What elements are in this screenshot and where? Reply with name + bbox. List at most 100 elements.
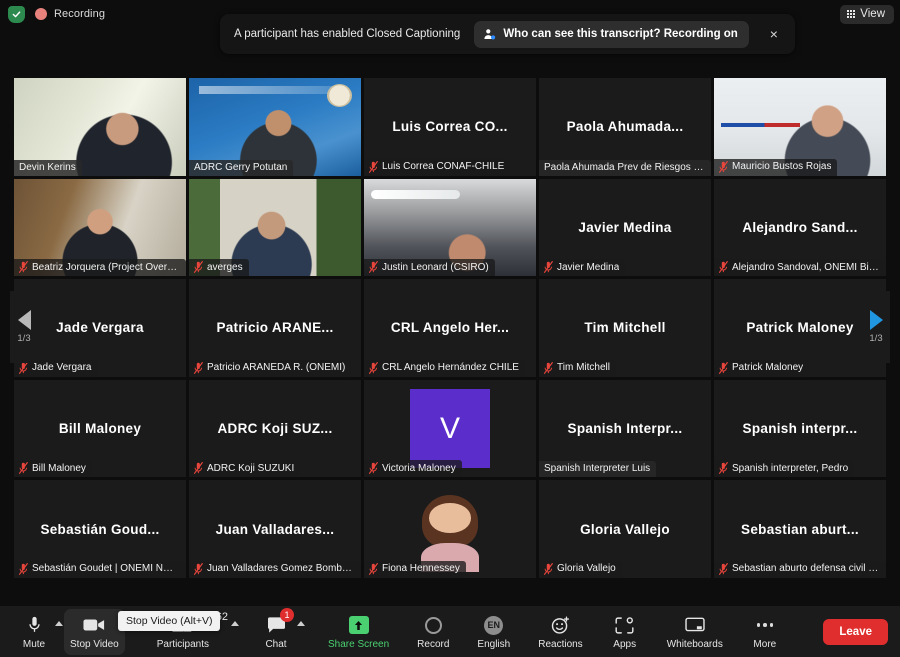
participant-tile[interactable]: Juan Valladares... Juan Valladares Gomez … — [189, 480, 361, 578]
participants-options-caret-icon[interactable] — [231, 621, 239, 626]
participant-tile[interactable]: Tim Mitchell Tim Mitchell — [539, 279, 711, 377]
participant-tile[interactable]: Paola Ahumada... Paola Ahumada Prev de Ri… — [539, 78, 711, 176]
participant-display-name: Luis Correa CO... — [392, 119, 508, 135]
participant-name-label: Alejandro Sandoval, ONEMI Biobío — [714, 259, 886, 277]
muted-microphone-icon — [719, 361, 728, 374]
participant-name-label: Victoria Maloney — [364, 460, 462, 478]
participant-name-text: Gloria Vallejo — [557, 563, 616, 575]
participant-tile[interactable]: Alejandro Sand... Alejandro Sandoval, ONE… — [714, 178, 886, 277]
participant-name-text: Victoria Maloney — [382, 462, 456, 474]
video-camera-icon — [83, 615, 105, 635]
stop-video-button[interactable]: Stop Video — [64, 608, 125, 655]
leave-button[interactable]: Leave — [823, 618, 888, 645]
transcript-visibility-button[interactable]: Who can see this transcript? Recording o… — [474, 20, 749, 48]
grid-icon — [846, 9, 856, 19]
next-page-button[interactable]: 1/3 — [862, 291, 890, 363]
participant-tile[interactable]: ADRC Koji SUZ... ADRC Koji SUZUKI — [189, 379, 361, 478]
participant-name-label: Beatriz Jorquera (Project Overseer) — [14, 259, 186, 277]
reactions-label: Reactions — [538, 639, 583, 650]
participant-display-name: Paola Ahumada... — [566, 119, 684, 135]
participant-name-label: CRL Angelo Hernández CHILE — [364, 359, 525, 377]
participant-display-name: Spanish interpr... — [742, 421, 858, 437]
share-screen-button[interactable]: Share Screen — [322, 609, 395, 655]
participant-name-label: ADRC Koji SUZUKI — [189, 460, 301, 478]
mute-button[interactable]: Mute — [14, 609, 54, 655]
participant-tile[interactable]: Patrick Maloney Patrick Maloney — [714, 279, 886, 377]
muted-microphone-icon — [544, 361, 553, 374]
microphone-icon — [28, 615, 41, 635]
participant-name-label: Javier Medina — [539, 259, 626, 277]
participant-tile[interactable]: V Victoria Maloney — [364, 379, 536, 478]
muted-microphone-icon — [544, 261, 553, 274]
participant-tile[interactable]: Patricio ARANE... Patricio ARANEDA R. (ON… — [189, 279, 361, 377]
ellipsis-icon — [756, 615, 774, 635]
participant-display-name: Jade Vergara — [56, 320, 144, 336]
stop-video-label: Stop Video — [70, 639, 119, 650]
page-indicator-left: 1/3 — [17, 333, 31, 344]
muted-microphone-icon — [719, 562, 728, 575]
participant-tile[interactable]: Fiona Hennessey — [364, 480, 536, 578]
participant-tile[interactable]: Jade Vergara Jade Vergara — [14, 279, 186, 377]
muted-microphone-icon — [19, 562, 28, 575]
more-button[interactable]: More — [745, 609, 785, 655]
participant-name-label: Spanish interpreter, Pedro — [714, 460, 855, 478]
previous-page-button[interactable]: 1/3 — [10, 291, 38, 363]
participant-tile[interactable]: Beatriz Jorquera (Project Overseer) — [14, 178, 186, 277]
participant-tile[interactable]: Sebastian aburt... Sebastian aburto defen… — [714, 480, 886, 578]
participant-tile[interactable]: averges — [189, 178, 361, 277]
participant-display-name: Sebastian aburt... — [741, 521, 859, 537]
chat-button[interactable]: 1 Chat — [256, 607, 296, 655]
participant-tile[interactable]: Spanish interpr... Spanish interpreter, P… — [714, 379, 886, 478]
language-button[interactable]: EN English — [471, 609, 516, 655]
participant-tile[interactable]: Devin Kerins — [14, 78, 186, 176]
participant-name-text: Sebastián Goudet | ONEMI ÑUBLE — [32, 563, 180, 575]
apps-label: Apps — [613, 639, 637, 650]
participant-name-text: Bill Maloney — [32, 462, 86, 474]
recording-indicator-icon[interactable] — [35, 8, 47, 20]
participant-display-name: Tim Mitchell — [584, 320, 666, 336]
more-label: More — [753, 639, 777, 650]
participant-display-name: Patrick Maloney — [746, 320, 854, 336]
avatar: V — [410, 389, 490, 469]
reactions-button[interactable]: Reactions — [532, 609, 588, 655]
closed-captioning-notification: A participant has enabled Closed Caption… — [220, 14, 795, 54]
participant-name-label: Gloria Vallejo — [539, 560, 622, 578]
muted-microphone-icon — [194, 462, 203, 475]
participant-tile[interactable]: Sebastián Goud... Sebastián Goudet | ONEM… — [14, 480, 186, 578]
muted-microphone-icon — [19, 361, 28, 374]
participant-name-label: Bill Maloney — [14, 460, 92, 478]
participant-tile[interactable]: Luis Correa CO... Luis Correa CONAF-CHILE — [364, 78, 536, 176]
whiteboards-button[interactable]: Whiteboards — [661, 609, 729, 655]
participant-name-label: Patricio ARANEDA R. (ONEMI) — [189, 359, 352, 377]
chat-options-caret-icon[interactable] — [297, 621, 305, 626]
chevron-right-icon — [869, 310, 883, 330]
language-code: EN — [484, 615, 504, 635]
mute-label: Mute — [22, 639, 46, 650]
participant-name-text: Beatriz Jorquera (Project Overseer) — [32, 261, 180, 273]
shield-check-icon[interactable] — [8, 5, 25, 23]
participant-name-text: Javier Medina — [557, 261, 620, 273]
participant-tile[interactable]: Gloria Vallejo Gloria Vallejo — [539, 480, 711, 578]
audio-options-caret-icon[interactable] — [55, 621, 63, 626]
participant-tile[interactable]: Spanish Interpr... Spanish Interpreter Lu… — [539, 379, 711, 478]
close-icon[interactable]: × — [761, 21, 787, 47]
whiteboard-icon — [685, 615, 705, 635]
participant-tile[interactable]: ADRC Gerry Potutan — [189, 78, 361, 176]
stop-video-tooltip: Stop Video (Alt+V) — [118, 611, 221, 631]
view-button[interactable]: View — [839, 5, 894, 24]
participant-name-label: Devin Kerins — [14, 159, 82, 176]
participant-tile[interactable]: CRL Angelo Her... CRL Angelo Hernández CH… — [364, 279, 536, 377]
muted-microphone-icon — [369, 160, 378, 173]
participant-tile[interactable]: Bill Maloney Bill Maloney — [14, 379, 186, 478]
participant-name-text: Luis Correa CONAF-CHILE — [382, 161, 505, 173]
participant-name-text: CRL Angelo Hernández CHILE — [382, 362, 519, 374]
participant-display-name: ADRC Koji SUZ... — [217, 421, 333, 437]
participant-name-label: Paola Ahumada Prev de Riesgos IMVM — [539, 159, 711, 176]
participant-tile[interactable]: Javier Medina Javier Medina — [539, 178, 711, 277]
participant-name-text: ADRC Koji SUZUKI — [207, 462, 295, 474]
record-label: Record — [417, 639, 450, 650]
apps-button[interactable]: Apps — [605, 609, 645, 655]
participant-tile[interactable]: Justin Leonard (CSIRO) — [364, 178, 536, 277]
participant-tile[interactable]: Mauricio Bustos Rojas — [714, 78, 886, 176]
record-button[interactable]: Record — [411, 609, 455, 655]
